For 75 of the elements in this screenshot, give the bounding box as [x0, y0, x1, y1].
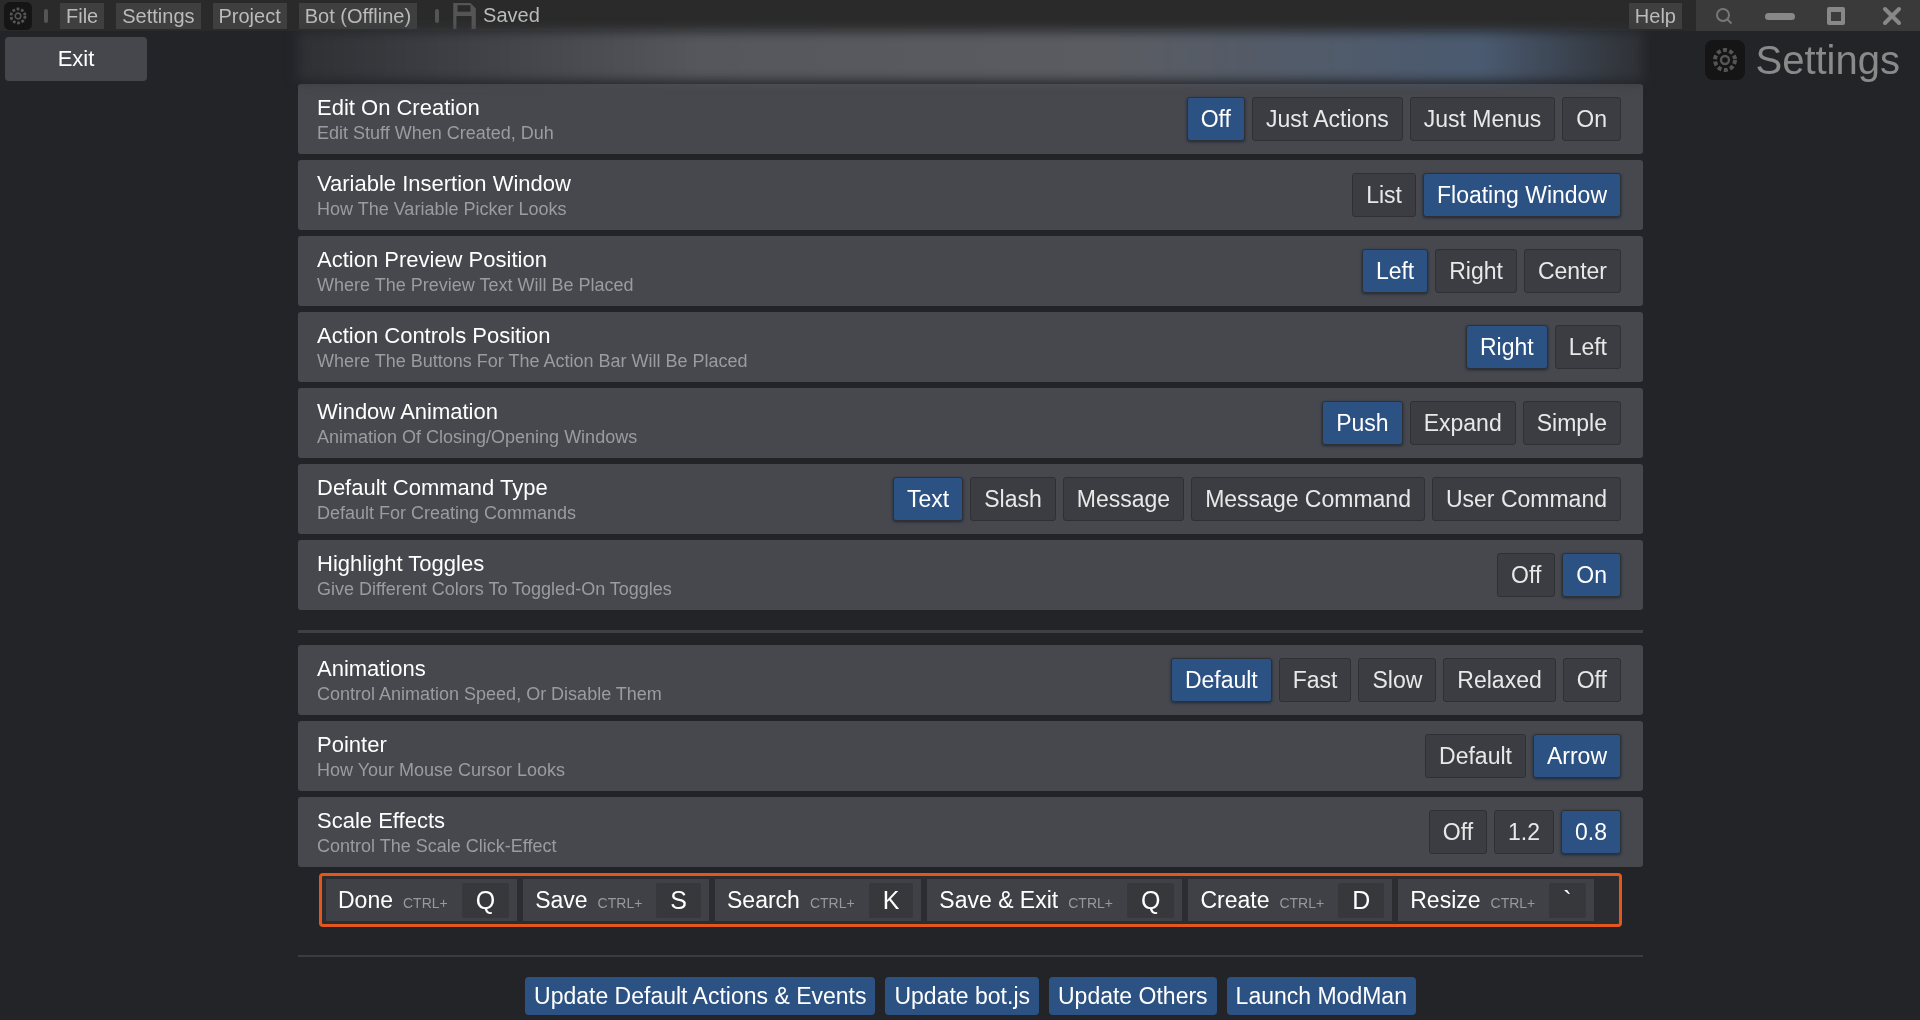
gear-icon [4, 1, 32, 30]
setting-description: Animation Of Closing/Opening Windows [317, 426, 638, 448]
setting-description: Default For Creating Commands [317, 502, 577, 524]
option-button[interactable]: Fast [1278, 658, 1352, 702]
option-button[interactable]: Message [1062, 477, 1185, 521]
update-button[interactable]: Update Others [1049, 977, 1217, 1015]
close-icon [1882, 5, 1902, 26]
gear-icon [1705, 40, 1746, 80]
setting-title: Edit On Creation [317, 94, 481, 121]
setting-title: Pointer [317, 731, 388, 758]
setting-title: Animations [317, 655, 427, 682]
update-button[interactable]: Update bot.js [885, 977, 1039, 1015]
maximize-icon [1826, 5, 1846, 26]
option-button[interactable]: Default [1425, 734, 1526, 778]
option-button[interactable]: User Command [1431, 477, 1621, 521]
option-button[interactable]: Off [1428, 810, 1488, 854]
update-button[interactable]: Update Default Actions & Events [525, 977, 876, 1015]
setting-title: Action Controls Position [317, 322, 552, 349]
option-button[interactable]: Off [1186, 97, 1245, 141]
setting-description: Give Different Colors To Toggled-On Toggles [317, 578, 672, 600]
setting-title: Action Preview Position [317, 246, 548, 273]
option-button[interactable]: List [1352, 173, 1416, 217]
menu-item[interactable]: Bot (Offline) [298, 2, 418, 29]
setting-title: Variable Insertion Window [317, 170, 571, 197]
option-button[interactable]: Message Command [1191, 477, 1425, 521]
option-button[interactable]: Right [1465, 325, 1548, 369]
option-button[interactable]: Text [893, 477, 964, 521]
option-button[interactable]: Expand [1409, 401, 1516, 445]
option-button[interactable]: Slow [1358, 658, 1437, 702]
option-button[interactable]: Arrow [1532, 734, 1621, 778]
option-button[interactable]: Left [1554, 325, 1621, 369]
menu-item[interactable]: Project [212, 2, 287, 29]
setting-description: Control Animation Speed, Or Disable Them [317, 683, 662, 705]
menu-item[interactable]: File [60, 2, 105, 29]
option-button[interactable]: Floating Window [1422, 173, 1621, 217]
option-button[interactable]: Left [1361, 249, 1429, 293]
setting-description: How The Variable Picker Looks [317, 198, 568, 220]
option-button[interactable]: Just Actions [1251, 97, 1403, 141]
option-button[interactable]: On [1562, 97, 1621, 141]
help-menu[interactable]: Help [1628, 2, 1682, 29]
search-icon [1714, 5, 1734, 26]
setting-title: Highlight Toggles [317, 550, 486, 577]
option-button[interactable]: Relaxed [1443, 658, 1556, 702]
minimize-icon [1765, 10, 1795, 21]
shortcut-button[interactable]: Save CTRL+ S [523, 879, 710, 921]
setting-description: Where The Preview Text Will Be Placed [317, 274, 634, 296]
setting-description: Control The Scale Click-Effect [317, 835, 557, 857]
setting-title: Window Animation [317, 398, 499, 425]
shortcut-button[interactable]: Search CTRL+ K [715, 879, 922, 921]
shortcut-button[interactable]: Resize CTRL+ ` [1398, 879, 1594, 921]
exit-button[interactable]: Exit [5, 37, 147, 81]
option-button[interactable]: 1.2 [1494, 810, 1554, 854]
option-button[interactable]: Center [1523, 249, 1621, 293]
option-button[interactable]: On [1562, 553, 1621, 597]
option-button[interactable]: Just Menus [1409, 97, 1556, 141]
option-button[interactable]: Slash [970, 477, 1056, 521]
option-button[interactable]: Off [1497, 553, 1556, 597]
shortcut-button[interactable]: Create CTRL+ D [1188, 879, 1393, 921]
panel-title: Settings [1755, 37, 1900, 83]
menu-item[interactable]: Settings [116, 2, 201, 29]
setting-title: Scale Effects [317, 807, 446, 834]
update-button[interactable]: Launch ModMan [1226, 977, 1416, 1015]
option-button[interactable]: 0.8 [1561, 810, 1621, 854]
setting-description: How Your Mouse Cursor Looks [317, 759, 566, 781]
setting-description: Edit Stuff When Created, Duh [317, 122, 554, 144]
option-button[interactable]: Off [1562, 658, 1621, 702]
shortcut-button[interactable]: Save & Exit CTRL+ Q [927, 879, 1183, 921]
setting-description: Where The Buttons For The Action Bar Will Be Placed [317, 350, 748, 372]
option-button[interactable]: Right [1435, 249, 1517, 293]
option-button[interactable]: Simple [1522, 401, 1621, 445]
setting-title: Default Command Type [317, 474, 549, 501]
option-button[interactable]: Push [1322, 401, 1403, 445]
shortcut-button[interactable]: Done CTRL+ Q [326, 879, 518, 921]
save-status: Saved [483, 4, 540, 27]
option-button[interactable]: Default [1170, 658, 1272, 702]
